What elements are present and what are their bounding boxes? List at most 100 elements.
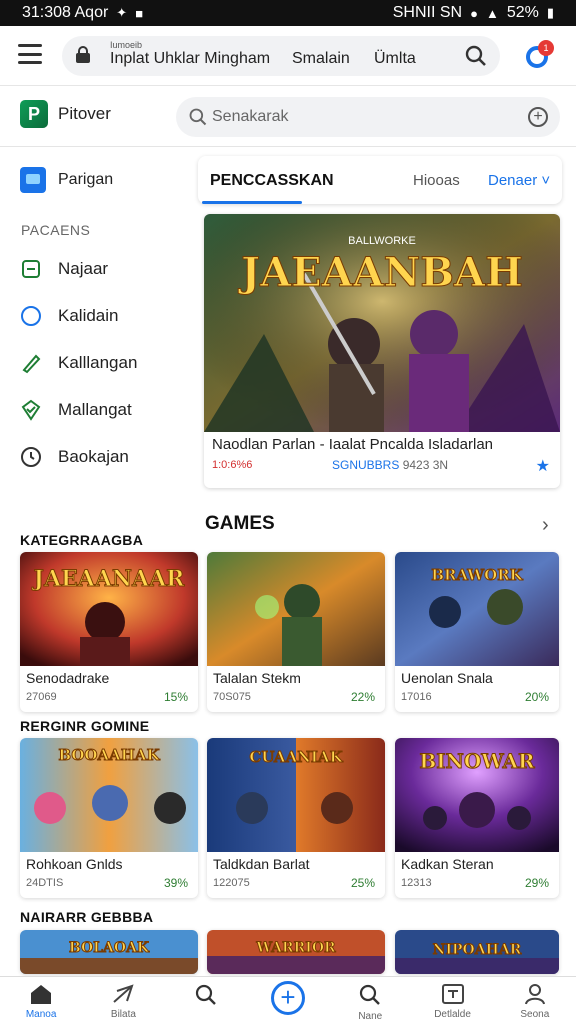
image-icon [20,167,46,193]
brand-logo-icon: P [20,100,48,128]
url-text-segment: Ümlta [374,50,416,67]
section-heading: NAIRARR GEBBBA [20,909,154,925]
sidebar-item[interactable]: Kalidain [20,305,119,327]
game-card[interactable]: JAEAANAAR Senodadrake 27069 15% [20,552,198,712]
tab-bar: PENCCASSKAN Hiooas Denaer ˅ [198,156,562,204]
game-name: Taldkdan Barlat [213,856,310,872]
sidebar: Parigan PACAENS Najaar Kalidain Kalllang… [0,150,196,490]
game-card[interactable]: WARRIOR [207,930,385,974]
featured-game-card[interactable]: BALLWORKE JAEAANBAH Naodlan Parlan - Iaa… [204,214,560,488]
url-text-segment: Smalain [292,50,350,67]
sidebar-item[interactable]: Kalllangan [20,352,137,374]
game-number: 17016 [401,691,432,703]
notification-button[interactable]: 1 [524,40,554,70]
add-circle-icon[interactable]: + [528,107,548,127]
game-percent: 22% [350,690,375,704]
wifi-icon: ● [470,5,478,21]
search-icon [189,108,207,126]
sidebar-item-label: Najaar [58,259,109,278]
game-card[interactable]: BOOAAHAK Rohkoan Gnlds 24DTIS 39% [20,738,198,898]
featured-game-artwork: BALLWORKE JAEAANBAH [204,214,560,432]
nav-profile[interactable]: Seona [494,977,576,1024]
game-percent: 29% [524,876,549,890]
nav-label: Manoa [25,1009,57,1020]
game-card-artwork: JAEAANAAR [20,552,198,666]
notification-app-icon: ✦ [116,5,128,20]
game-percent: 15% [163,690,188,704]
home-icon [31,985,52,1004]
game-name: Kadkan Steran [401,856,494,872]
nav-search[interactable] [165,977,247,1024]
game-number: 70S075 [213,691,251,703]
game-card-artwork: BOLAOAK [20,930,198,974]
status-time: 31:308 Aqor [22,4,109,21]
menu-icon[interactable] [18,44,42,64]
divider [0,146,576,147]
square-minus-icon [20,258,42,280]
search-icon[interactable] [464,44,488,68]
sidebar-item[interactable]: Mallangat [20,399,132,421]
game-number: 24DTIS [26,877,64,889]
shield-check-icon [20,399,42,421]
featured-art-title: JAEAANBAH [238,249,523,296]
sidebar-item-label: Parigan [58,171,114,188]
pencil-icon [20,352,42,374]
nav-add[interactable]: + [247,977,329,1024]
store-search-input[interactable]: Senakarak + [176,97,560,137]
nav-home[interactable]: Manoa [0,977,82,1024]
send-icon [113,984,135,1003]
brand-name: Pitover [58,104,111,123]
nav-label: Seona [520,1009,550,1020]
games-heading: GAMES [205,513,275,534]
status-bar: 31:308 Aqor ✦ ■ SHNII SN ● ▲ 52% ▮ [0,0,576,26]
game-card-artwork: NIPOAHAR [395,930,559,974]
plus-circle-icon: + [270,981,305,1015]
featured-art-subtitle: BALLWORKE [348,235,416,247]
sidebar-item-label: Mallangat [58,400,132,419]
tab-active[interactable]: PENCCASSKAN [210,172,334,190]
address-bar[interactable]: Iumoeib Inplat Uhklar Mingham Smalain Üm… [62,36,500,76]
bottom-navigation: Manoa Bilata + Nane Detlalde Seona [0,976,576,1024]
game-card-artwork: CUAANIAK [207,738,385,852]
game-card[interactable]: Talalan Stekm 70S075 22% [207,552,385,712]
game-percent: 25% [350,876,375,890]
featured-game-title: Naodlan Parlan - Iaalat Pncalda Isladarl… [212,436,494,453]
card-art-title: JAEAANAAR [32,566,186,592]
card-art-title: BOLAOAK [69,940,150,956]
game-card[interactable]: BINOWAR Kadkan Steran 12313 29% [395,738,559,898]
sidebar-item-label: Kalidain [58,306,119,325]
featured-game-meta: SGNUBBRS 9423 3N [332,458,448,472]
app-brand[interactable]: P Pitover [20,100,111,128]
card-art-title: NIPOAHAR [433,942,522,958]
sidebar-item-top[interactable]: Parigan [20,167,113,193]
tab-dropdown[interactable]: Denaer ˅ [488,172,550,189]
battery-icon: ▮ [546,5,554,20]
url-text: Inplat Uhklar Mingham [110,50,271,67]
game-percent: 20% [524,690,549,704]
nav-label: Nane [358,1011,383,1022]
sidebar-item[interactable]: Baokajan [20,446,129,468]
star-icon[interactable]: ★ [536,456,550,476]
meta-label: SGNUBBRS [332,458,400,472]
game-number: 27069 [26,691,57,703]
game-number: 12313 [401,877,432,889]
nav-label: Bilata [110,1009,136,1020]
game-card[interactable]: NIPOAHAR [395,930,559,974]
clock-icon [20,446,42,468]
sidebar-item[interactable]: Najaar [20,258,108,280]
battery-percent: 52% [506,4,539,21]
tab-secondary[interactable]: Hiooas [413,172,460,189]
nav-details[interactable]: Detlalde [411,977,493,1024]
game-card[interactable]: CUAANIAK Taldkdan Barlat 122075 25% [207,738,385,898]
game-card[interactable]: BOLAOAK [20,930,198,974]
notification-badge: 1 [538,40,554,56]
game-card[interactable]: BRAWORK Uenolan Snala 17016 20% [395,552,559,712]
meta-count: 9423 3N [402,458,449,472]
section-heading: KATEGRRAAGBA [20,532,144,548]
chevron-right-icon[interactable]: › [542,514,549,537]
game-card-artwork [207,552,385,666]
browser-toolbar: Iumoeib Inplat Uhklar Mingham Smalain Üm… [0,26,576,86]
nav-search-secondary[interactable]: Nane [329,977,411,1024]
card-art-title: CUAANIAK [249,748,343,766]
nav-send[interactable]: Bilata [82,977,164,1024]
